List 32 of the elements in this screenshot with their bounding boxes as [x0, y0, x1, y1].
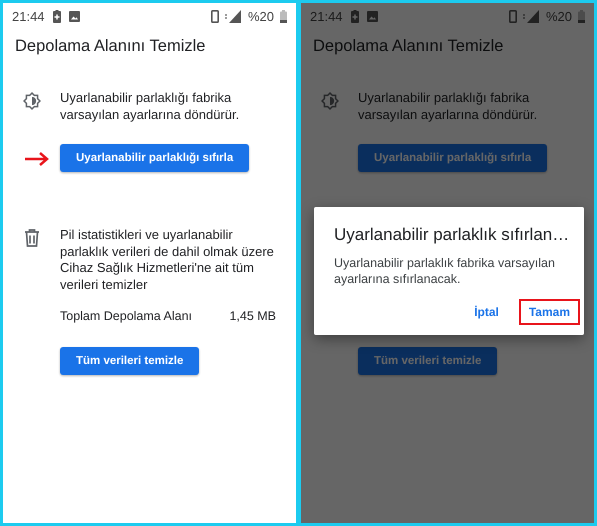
dialog-button[interactable]: İptal	[464, 299, 509, 325]
dialog-title: Uyarlanabilir parlaklık sıfırlan…	[334, 225, 570, 245]
battery-icon	[280, 10, 287, 22]
status-time: 21:44	[12, 8, 45, 24]
battery-charging-icon	[52, 10, 61, 22]
dialog-button[interactable]: Tamam	[518, 299, 580, 325]
phone-vibrate-icon	[508, 10, 517, 22]
stat-label: Toplam Depolama Alanı	[60, 309, 192, 325]
brightness-icon	[320, 91, 340, 111]
action-button[interactable]: Uyarlanabilir parlaklığı sıfırla	[358, 144, 548, 172]
signal-icon	[522, 10, 540, 22]
stat-value: 1,45 MB	[229, 309, 276, 325]
action-button[interactable]: Tüm verileri temizle	[60, 347, 200, 375]
image-icon	[366, 10, 378, 22]
image-icon	[68, 10, 80, 22]
dialog-message: Uyarlanabilir parlaklık fabrika varsayılan ayarlarına sıfırlanacak.	[334, 255, 556, 287]
battery-icon	[578, 10, 585, 22]
page-title: Depolama Alanını Temizle	[14, 36, 206, 57]
battery-percent: %20	[546, 8, 572, 24]
battery-percent: %20	[248, 8, 274, 24]
description-text: Uyarlanabilir parlaklığı fabrika varsayılan ayarlarına döndürür.	[60, 90, 240, 123]
trash-icon	[22, 228, 40, 248]
brightness-icon	[22, 91, 42, 111]
battery-charging-icon	[350, 10, 359, 22]
action-button[interactable]: Uyarlanabilir parlaklığı sıfırla	[60, 144, 250, 172]
status-time: 21:44	[310, 8, 343, 24]
phone-vibrate-icon	[210, 10, 219, 22]
action-button[interactable]: Tüm verileri temizle	[358, 347, 498, 375]
description-text: Uyarlanabilir parlaklığı fabrika varsayılan ayarlarına döndürür.	[358, 90, 538, 123]
signal-icon	[224, 10, 242, 22]
description-text: Pil istatistikleri ve uyarlanabilir parlaklık verileri de dahil olmak üzere Cihaz Sağlık Hizmetleri'ne ait tüm verileri temizler	[60, 227, 275, 293]
page-title: Depolama Alanını Temizle	[312, 36, 504, 57]
